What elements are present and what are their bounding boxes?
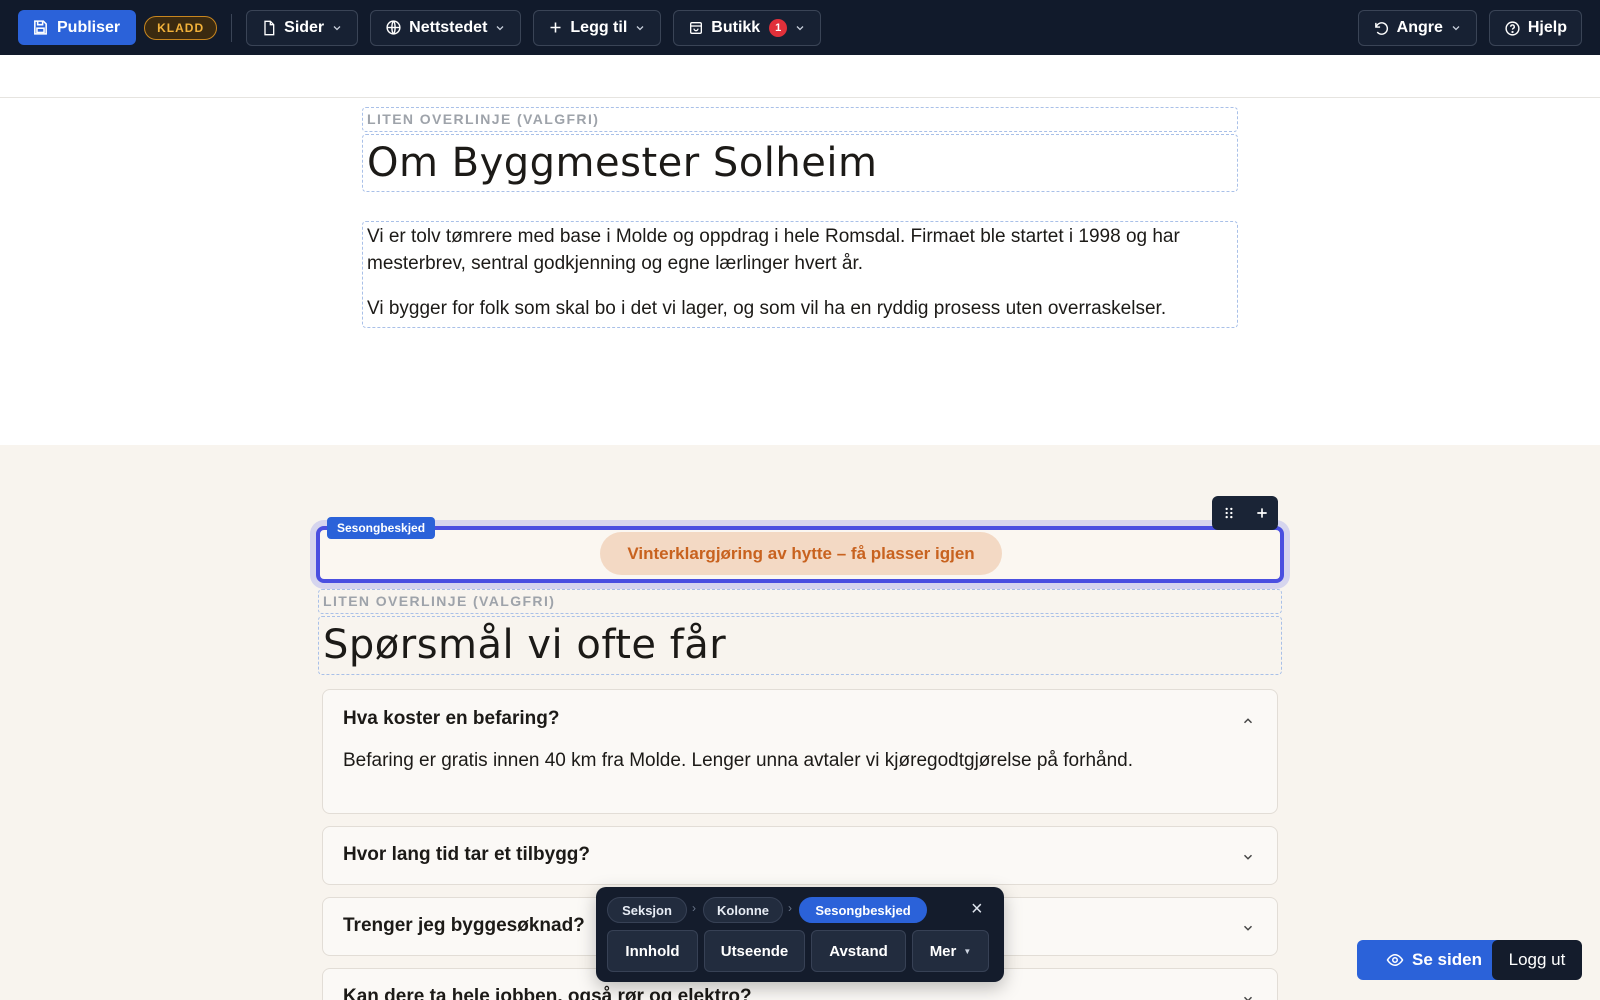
publish-button[interactable]: Publiser <box>18 10 137 45</box>
about-text-block[interactable]: Vi er tolv tømrere med base i Molde og o… <box>362 221 1238 328</box>
help-circle-icon <box>1505 20 1520 36</box>
faq-item-expanded[interactable]: Hva koster en befaring? Befaring er grat… <box>322 689 1278 814</box>
selected-block-label: Sesongbeskjed <box>327 517 436 539</box>
chevron-down-icon[interactable] <box>1241 992 1255 1000</box>
toolbar-divider <box>231 13 233 42</box>
faq-question: Trenger jeg byggesøknad? <box>343 915 585 936</box>
shop-menu-button[interactable]: Butikk 1 <box>673 9 822 46</box>
logout-button[interactable]: Logg ut <box>1492 940 1582 980</box>
page-icon <box>264 20 275 35</box>
undo-icon <box>1374 21 1388 35</box>
view-page-label: Se siden <box>1412 950 1482 969</box>
add-label: Legg til <box>570 18 628 36</box>
faq-title: Spørsmål vi ofte får <box>323 622 727 668</box>
save-icon <box>34 20 47 35</box>
chevron-down-icon <box>1452 26 1460 31</box>
overline-placeholder[interactable]: LITEN OVERLINJE (VALGFRI) <box>362 107 1238 132</box>
view-page-button[interactable]: Se siden <box>1357 940 1511 980</box>
tab-more[interactable]: Mer ▼ <box>912 930 989 972</box>
chevron-down-icon <box>333 25 341 30</box>
chevron-up-icon[interactable] <box>1241 714 1255 728</box>
eye-icon <box>1386 953 1404 967</box>
close-icon[interactable]: × <box>971 897 983 921</box>
faq-answer: Befaring er gratis innen 40 km fra Molde… <box>343 750 1133 771</box>
plus-icon[interactable] <box>1255 506 1269 520</box>
about-title-block[interactable]: Om Byggmester Solheim <box>362 134 1238 192</box>
publish-label: Publiser <box>57 18 121 36</box>
shop-notification-count: 1 <box>769 18 788 37</box>
undo-label: Angre <box>1396 19 1443 36</box>
site-header-strip <box>0 55 1600 98</box>
chevron-down-icon[interactable] <box>1241 850 1255 864</box>
season-message-pill[interactable]: Vinterklargjøring av hytte – få plasser … <box>600 532 1002 575</box>
faq-overline-placeholder[interactable]: LITEN OVERLINJE (VALGFRI) <box>318 589 1282 614</box>
pages-menu-button[interactable]: Sider <box>246 9 359 46</box>
about-paragraph-1-line-2: mesterbrev, sentral godkjenning og egne … <box>367 253 864 274</box>
faq-question: Kan dere ta hele jobben, også rør og ele… <box>343 986 752 1000</box>
editor-toolbar: Publiser KLADD Sider Nettstedet Legg til… <box>0 0 1600 55</box>
add-block-button[interactable]: Legg til <box>533 9 662 46</box>
globe-icon <box>386 20 401 35</box>
breadcrumb-section[interactable]: Seksjon <box>607 897 687 923</box>
about-paragraph-2: Vi bygger for folk som skal bo i det vi … <box>367 298 1167 319</box>
site-label: Nettstedet <box>409 18 488 36</box>
about-title: Om Byggmester Solheim <box>367 140 878 186</box>
tab-spacing[interactable]: Avstand <box>811 930 906 972</box>
tab-content[interactable]: Innhold <box>607 930 698 972</box>
breadcrumb-column[interactable]: Kolonne <box>703 897 783 923</box>
chevron-down-icon <box>636 25 644 30</box>
drag-handle-icon[interactable] <box>1222 506 1236 520</box>
faq-item[interactable]: Hvor lang tid tar et tilbygg? <box>322 826 1278 885</box>
site-menu-button[interactable]: Nettstedet <box>370 9 522 46</box>
breadcrumb-separator: › <box>788 901 792 915</box>
about-section: LITEN OVERLINJE (VALGFRI) Om Byggmester … <box>0 98 1600 445</box>
tab-more-label: Mer <box>929 942 957 960</box>
shop-label: Butikk <box>711 18 761 36</box>
draft-status-badge: KLADD <box>144 15 218 40</box>
tab-appearance[interactable]: Utseende <box>704 930 805 972</box>
breadcrumb-separator: › <box>692 901 696 915</box>
chevron-down-icon[interactable] <box>1241 921 1255 935</box>
chevron-down-icon <box>796 25 804 30</box>
plus-icon <box>550 22 561 33</box>
faq-question: Hva koster en befaring? <box>343 708 560 729</box>
block-toolbar <box>1212 496 1278 530</box>
shopping-bag-icon <box>690 21 703 34</box>
breadcrumb-season-message[interactable]: Sesongbeskjed <box>799 897 927 923</box>
faq-question: Hvor lang tid tar et tilbygg? <box>343 844 591 865</box>
pages-label: Sider <box>284 18 325 36</box>
help-label: Hjelp <box>1527 19 1567 36</box>
faq-title-block[interactable]: Spørsmål vi ofte får <box>318 616 1282 675</box>
help-button[interactable]: Hjelp <box>1488 10 1582 46</box>
undo-button[interactable]: Angre <box>1357 10 1477 46</box>
about-paragraph-1-line-1: Vi er tolv tømrere med base i Molde og o… <box>367 226 1180 247</box>
toolbar-right-group: Angre Hjelp <box>1346 10 1582 46</box>
block-editor-palette: Seksjon › Kolonne › Sesongbeskjed × Innh… <box>596 887 1004 982</box>
caret-down-icon: ▼ <box>963 946 972 956</box>
chevron-down-icon <box>496 25 504 30</box>
